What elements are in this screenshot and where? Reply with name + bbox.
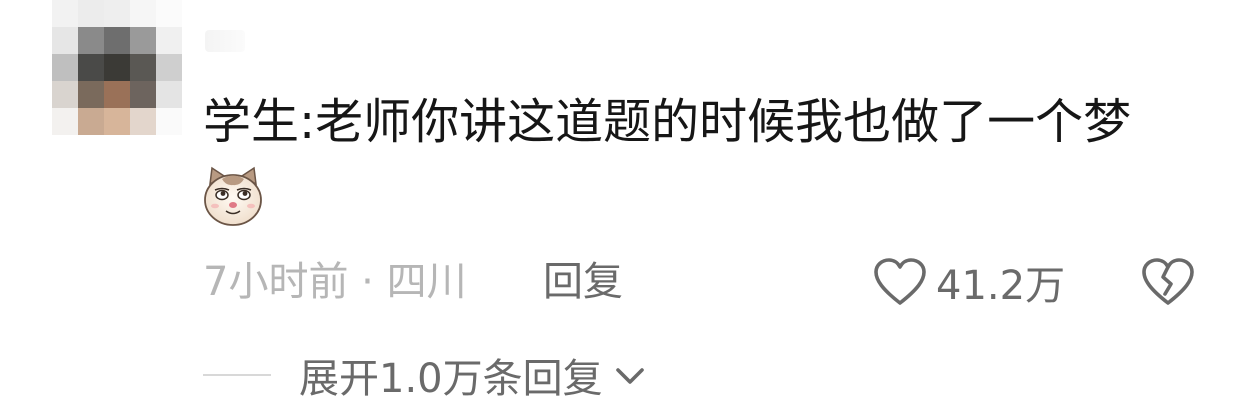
comment-text: 学生:老师你讲这道题的时候我也做了一个梦 (203, 94, 1132, 150)
expand-replies-label: 展开1.0万条回复 (299, 356, 603, 402)
comment-item: 学生:老师你讲这道题的时候我也做了一个梦 7小时前 · 四川 回复 41.2万 (0, 0, 1260, 410)
expand-replies-button[interactable]: 展开1.0万条回复 (203, 350, 647, 402)
heart-outline-icon (874, 258, 926, 305)
reply-button[interactable]: 回复 (543, 258, 623, 306)
divider-line (203, 374, 271, 376)
comment-time-location: 7小时前 · 四川 (203, 259, 467, 305)
username-blurred[interactable] (205, 30, 245, 52)
like-button[interactable]: 41.2万 (872, 254, 1065, 310)
like-count: 41.2万 (936, 263, 1066, 309)
smug-cat-face-icon (204, 166, 262, 226)
broken-heart-icon[interactable] (1140, 256, 1196, 308)
chevron-down-icon (615, 368, 644, 384)
avatar[interactable] (52, 0, 182, 135)
